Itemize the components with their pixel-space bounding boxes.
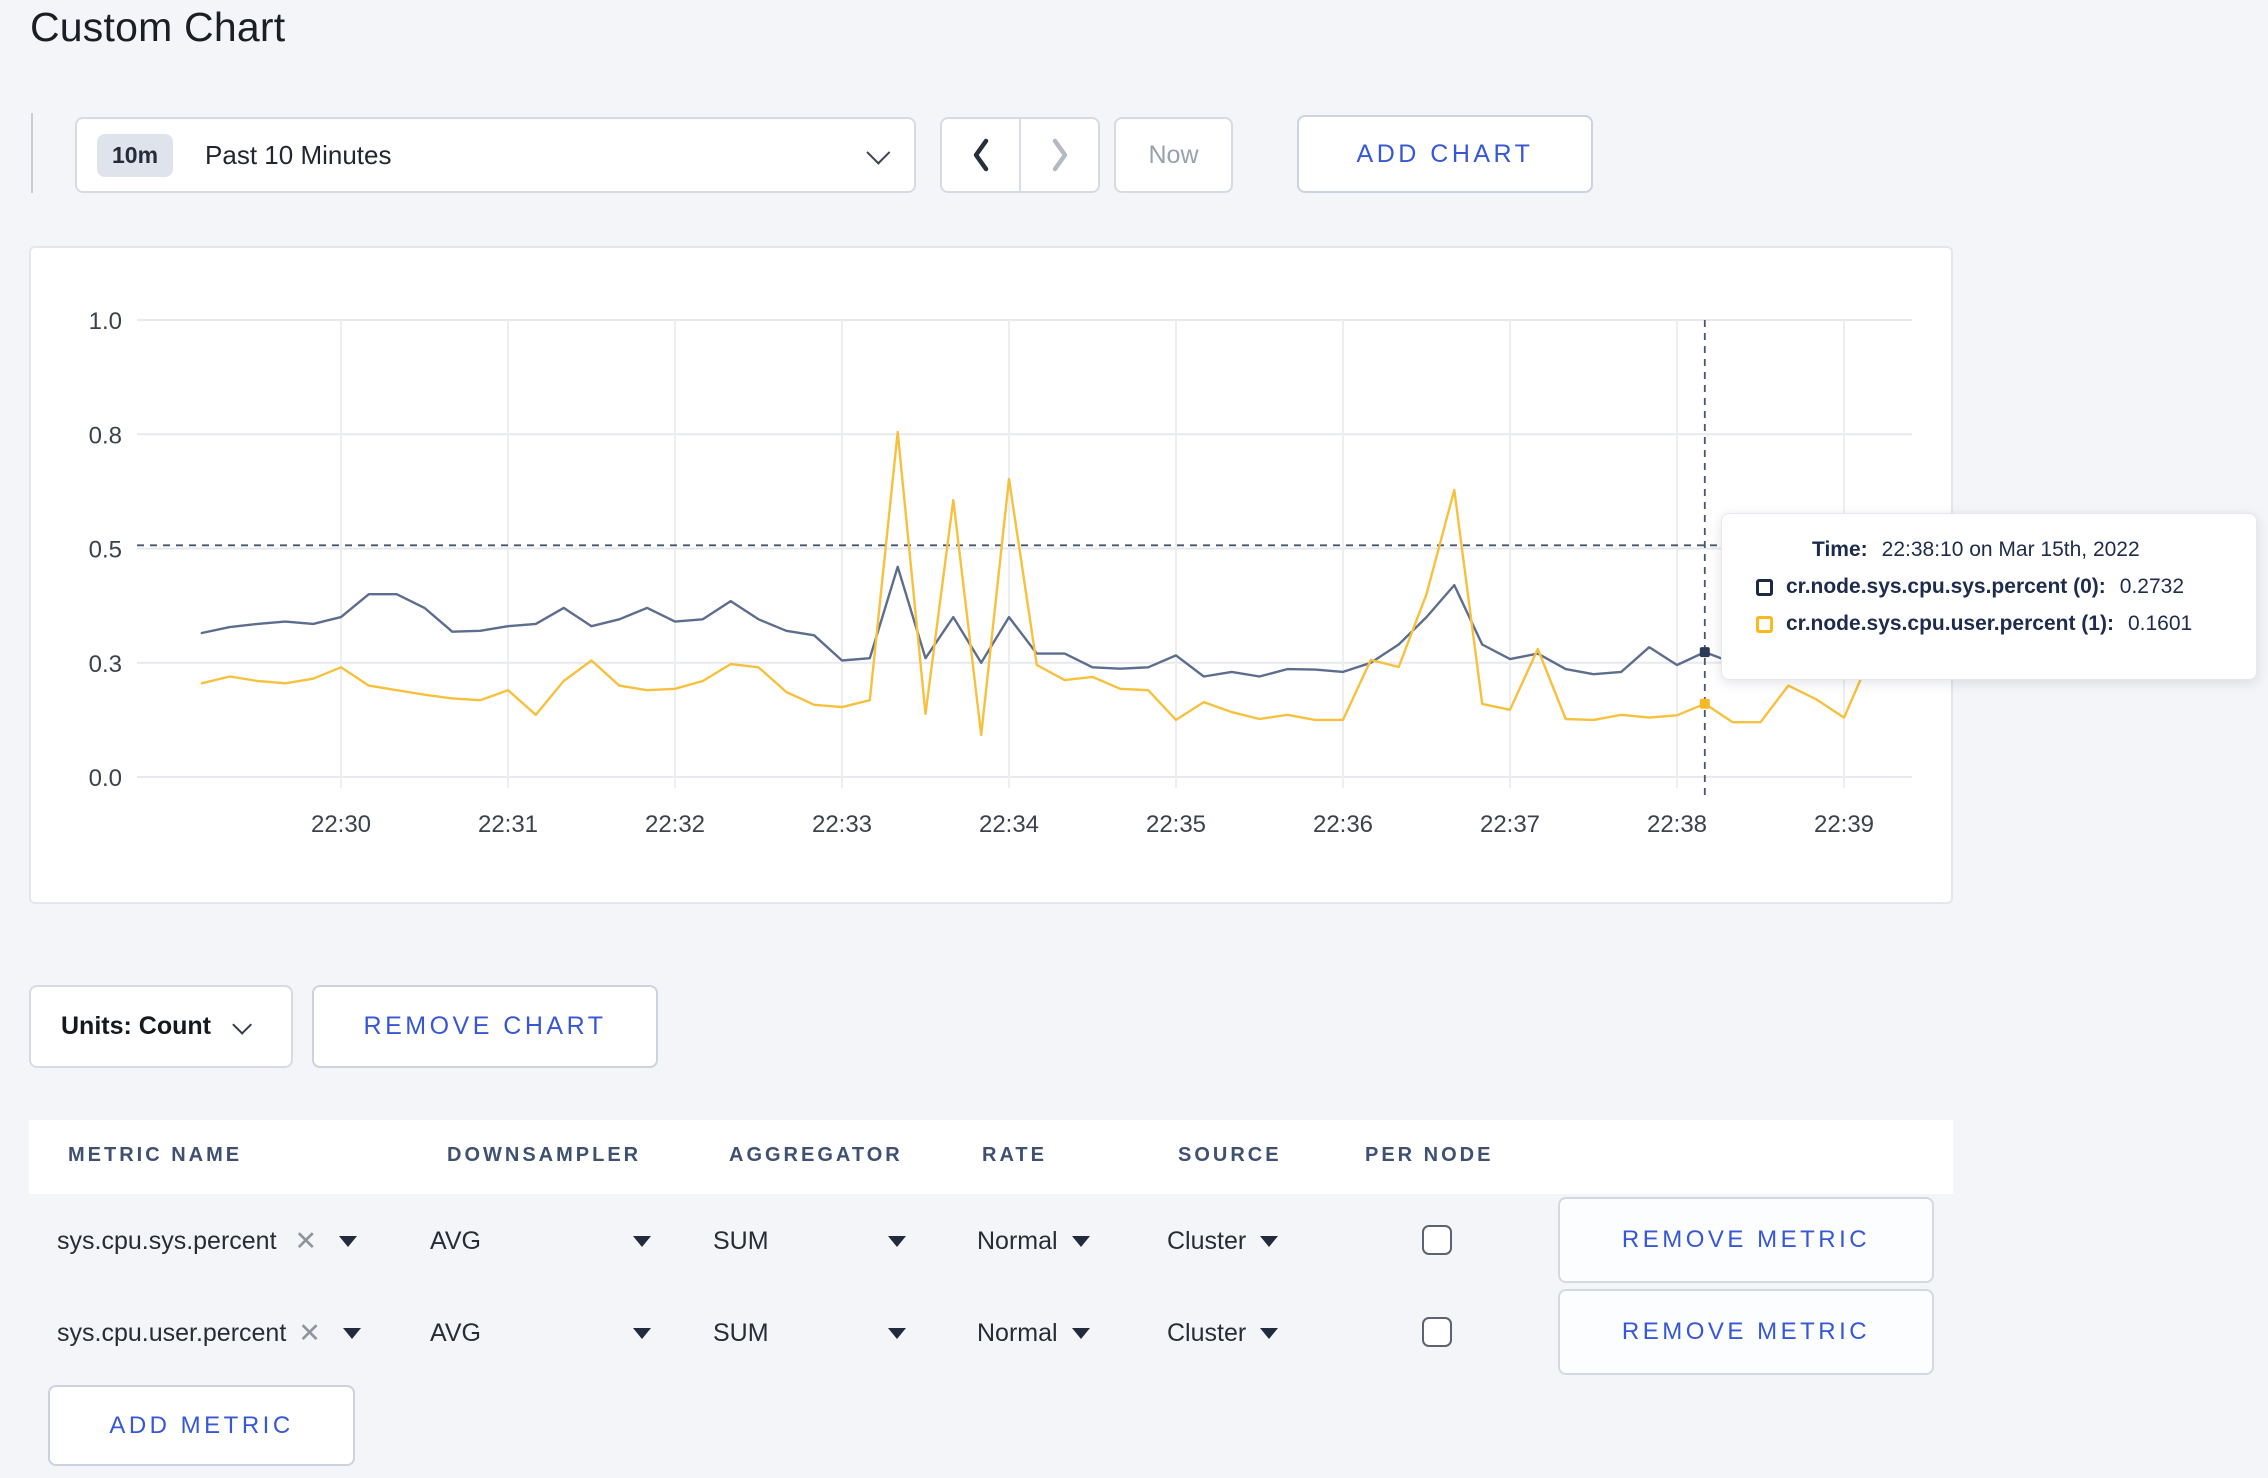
- chart-card: 0.0 0.3 0.5 0.8 1.0 22:30 22:31 22:32 22:33 22:34…: [29, 246, 1953, 904]
- remove-metric-x-icon[interactable]: ✕: [298, 1318, 321, 1349]
- crosshair-point: [1699, 647, 1710, 658]
- series-sys-swatch-icon: [1756, 578, 1773, 596]
- timeseries-chart[interactable]: 0.0 0.3 0.5 0.8 1.0 22:30 22:31 22:32 22:33 22:34…: [31, 248, 1955, 906]
- now-button[interactable]: Now: [1114, 117, 1233, 193]
- caret-down-icon: [1260, 1327, 1279, 1339]
- column-header-per-node: PER NODE: [1365, 1144, 1494, 1166]
- time-pager: [940, 117, 1100, 193]
- downsampler-caret[interactable]: [633, 1289, 651, 1377]
- series-line: [200, 565, 1901, 678]
- aggregator-value: SUM: [713, 1226, 769, 1255]
- time-window-badge: 10m: [97, 133, 174, 177]
- tooltip-series-name: cr.node.sys.cpu.user.percent (1):: [1786, 612, 2114, 635]
- series-user-swatch-icon: [1756, 615, 1773, 633]
- chart-tooltip: Time: 22:38:10 on Mar 15th, 2022 cr.node…: [1721, 513, 2257, 680]
- x-axis-tick-label: 22:38: [1647, 811, 1707, 838]
- column-header-metric-name: METRIC NAME: [68, 1144, 243, 1166]
- remove-metric-button[interactable]: REMOVE METRIC: [1558, 1197, 1934, 1283]
- per-node-checkbox[interactable]: [1422, 1317, 1452, 1347]
- metric-name-value: sys.cpu.user.percent: [57, 1318, 287, 1347]
- per-node-checkbox[interactable]: [1422, 1225, 1452, 1255]
- metric-row: sys.cpu.user.percent ✕ AVG SUM Normal Cl…: [29, 1289, 1953, 1377]
- metric-name-value: sys.cpu.sys.percent: [57, 1226, 277, 1255]
- caret-down-icon: [633, 1235, 651, 1247]
- x-axis-tick-label: 22:30: [311, 811, 371, 838]
- metric-row: sys.cpu.sys.percent ✕ AVG SUM Normal Clu…: [29, 1197, 1953, 1285]
- caret-down-icon: [1071, 1327, 1090, 1339]
- y-axis-tick-label: 1.0: [89, 308, 122, 335]
- aggregator-caret[interactable]: [888, 1289, 906, 1377]
- prev-time-button[interactable]: [942, 119, 1021, 191]
- tooltip-series-value: 0.2732: [2119, 575, 2185, 598]
- column-header-source: SOURCE: [1178, 1144, 1282, 1166]
- time-window-label: Past 10 Minutes: [205, 139, 392, 170]
- metric-name-select[interactable]: sys.cpu.sys.percent ✕: [57, 1197, 358, 1285]
- tooltip-series-name: cr.node.sys.cpu.sys.percent (0):: [1786, 575, 2106, 598]
- caret-down-icon: [633, 1327, 651, 1339]
- page-title: Custom Chart: [30, 4, 286, 50]
- units-label: Units: Count: [61, 1012, 211, 1040]
- series-line: [200, 430, 1901, 737]
- caret-down-icon: [1071, 1235, 1090, 1247]
- chevron-down-icon: [232, 1014, 252, 1035]
- x-axis-tick-label: 22:32: [645, 811, 705, 838]
- y-axis-tick-label: 0.3: [89, 651, 122, 678]
- next-time-button[interactable]: [1021, 119, 1098, 191]
- caret-down-icon: [888, 1327, 906, 1339]
- caret-down-icon: [888, 1235, 906, 1247]
- toolbar-left-divider: [31, 113, 33, 193]
- column-header-rate: RATE: [982, 1144, 1047, 1166]
- tooltip-time-value: 22:38:10 on Mar 15th, 2022: [1881, 538, 2140, 561]
- remove-metric-x-icon[interactable]: ✕: [295, 1226, 318, 1257]
- y-axis-tick-label: 0.8: [89, 422, 122, 449]
- add-chart-button[interactable]: ADD CHART: [1297, 115, 1593, 193]
- crosshair-point: [1699, 698, 1710, 709]
- source-select[interactable]: Cluster: [1167, 1197, 1279, 1285]
- chevron-left-icon: [973, 138, 988, 172]
- source-value: Cluster: [1167, 1226, 1247, 1255]
- rate-value: Normal: [977, 1318, 1058, 1347]
- rate-select[interactable]: Normal: [977, 1197, 1090, 1285]
- aggregator-select[interactable]: SUM: [713, 1197, 769, 1285]
- caret-down-icon: [339, 1235, 358, 1247]
- x-axis-tick-label: 22:37: [1480, 811, 1540, 838]
- rate-select[interactable]: Normal: [977, 1289, 1090, 1377]
- downsampler-value: AVG: [430, 1318, 481, 1347]
- chevron-right-icon: [1052, 138, 1067, 172]
- aggregator-caret[interactable]: [888, 1197, 906, 1285]
- x-axis-tick-label: 22:33: [812, 811, 872, 838]
- downsampler-select[interactable]: AVG: [430, 1197, 481, 1285]
- metrics-table-header: METRIC NAME DOWNSAMPLER AGGREGATOR RATE …: [29, 1120, 1953, 1194]
- downsampler-caret[interactable]: [633, 1197, 651, 1285]
- add-metric-button[interactable]: ADD METRIC: [48, 1385, 355, 1466]
- x-axis-tick-label: 22:31: [478, 811, 538, 838]
- downsampler-value: AVG: [430, 1226, 481, 1255]
- x-axis-tick-label: 22:39: [1814, 811, 1874, 838]
- remove-chart-button[interactable]: REMOVE CHART: [312, 985, 658, 1068]
- y-axis-tick-label: 0.0: [89, 765, 122, 792]
- remove-metric-button[interactable]: REMOVE METRIC: [1558, 1289, 1934, 1375]
- column-header-aggregator: AGGREGATOR: [729, 1144, 903, 1166]
- x-axis-tick-label: 22:36: [1313, 811, 1373, 838]
- units-select[interactable]: Units: Count: [29, 985, 293, 1068]
- column-header-downsampler: DOWNSAMPLER: [447, 1144, 642, 1166]
- x-axis-tick-label: 22:35: [1146, 811, 1206, 838]
- source-select[interactable]: Cluster: [1167, 1289, 1279, 1377]
- source-value: Cluster: [1167, 1318, 1247, 1347]
- caret-down-icon: [1260, 1235, 1279, 1247]
- x-axis-tick-label: 22:34: [979, 811, 1039, 838]
- downsampler-select[interactable]: AVG: [430, 1289, 481, 1377]
- caret-down-icon: [342, 1327, 361, 1339]
- y-axis-tick-label: 0.5: [89, 537, 122, 564]
- metric-name-select[interactable]: sys.cpu.user.percent ✕: [57, 1289, 361, 1377]
- chevron-down-icon: [866, 140, 891, 165]
- aggregator-select[interactable]: SUM: [713, 1289, 769, 1377]
- tooltip-time-label: Time:: [1812, 538, 1868, 561]
- time-range-select[interactable]: 10m Past 10 Minutes: [75, 117, 916, 193]
- aggregator-value: SUM: [713, 1318, 769, 1347]
- rate-value: Normal: [977, 1226, 1058, 1255]
- tooltip-series-value: 0.1601: [2127, 612, 2193, 635]
